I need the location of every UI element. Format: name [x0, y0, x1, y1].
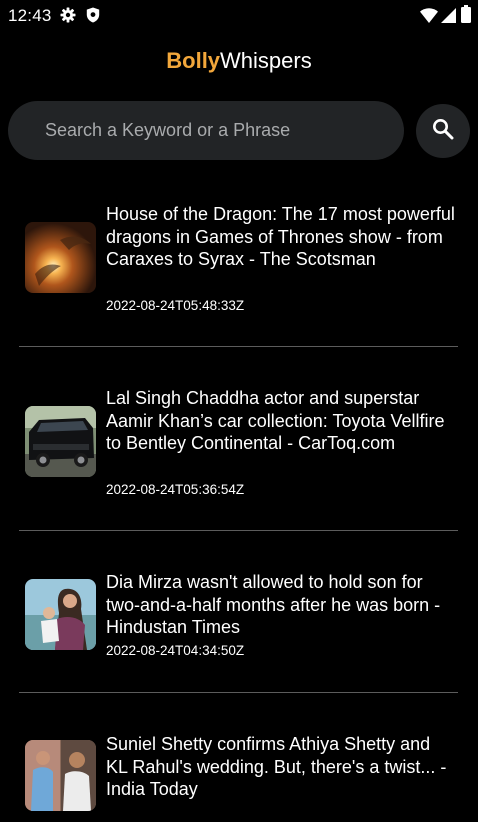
article-thumbnail	[25, 222, 96, 293]
article-title: Dia Mirza wasn't allowed to hold son for…	[106, 572, 441, 637]
search-input[interactable]	[43, 119, 387, 142]
wifi-icon	[420, 8, 438, 28]
battery-icon	[461, 5, 471, 28]
divider	[19, 346, 458, 347]
search-icon	[432, 118, 454, 145]
status-bar: 12:43	[0, 0, 478, 34]
shield-icon	[86, 7, 100, 28]
article-timestamp: 2022-08-24T04:34:50Z	[106, 643, 245, 658]
settings-icon	[60, 7, 76, 28]
article-title: Lal Singh Chaddha actor and superstar Aa…	[106, 388, 445, 453]
article-thumbnail	[25, 406, 96, 477]
article-timestamp: 2022-08-24T05:48:33Z	[106, 298, 245, 313]
article-timestamp: 2022-08-24T05:36:54Z	[106, 482, 245, 497]
article-thumbnail	[25, 740, 96, 811]
app-title-rest: Whispers	[220, 48, 312, 73]
article-title: Suniel Shetty confirms Athiya Shetty and…	[106, 734, 447, 799]
divider	[19, 692, 458, 693]
divider	[19, 530, 458, 531]
search-bar[interactable]	[8, 101, 404, 160]
search-button[interactable]	[416, 104, 470, 158]
app-title-accent: Bolly	[166, 48, 221, 73]
article-title: House of the Dragon: The 17 most powerfu…	[106, 204, 455, 269]
app-title: BollyWhispers	[0, 44, 478, 78]
signal-icon	[441, 8, 456, 28]
article-thumbnail	[25, 579, 96, 650]
status-time: 12:43	[8, 6, 52, 25]
